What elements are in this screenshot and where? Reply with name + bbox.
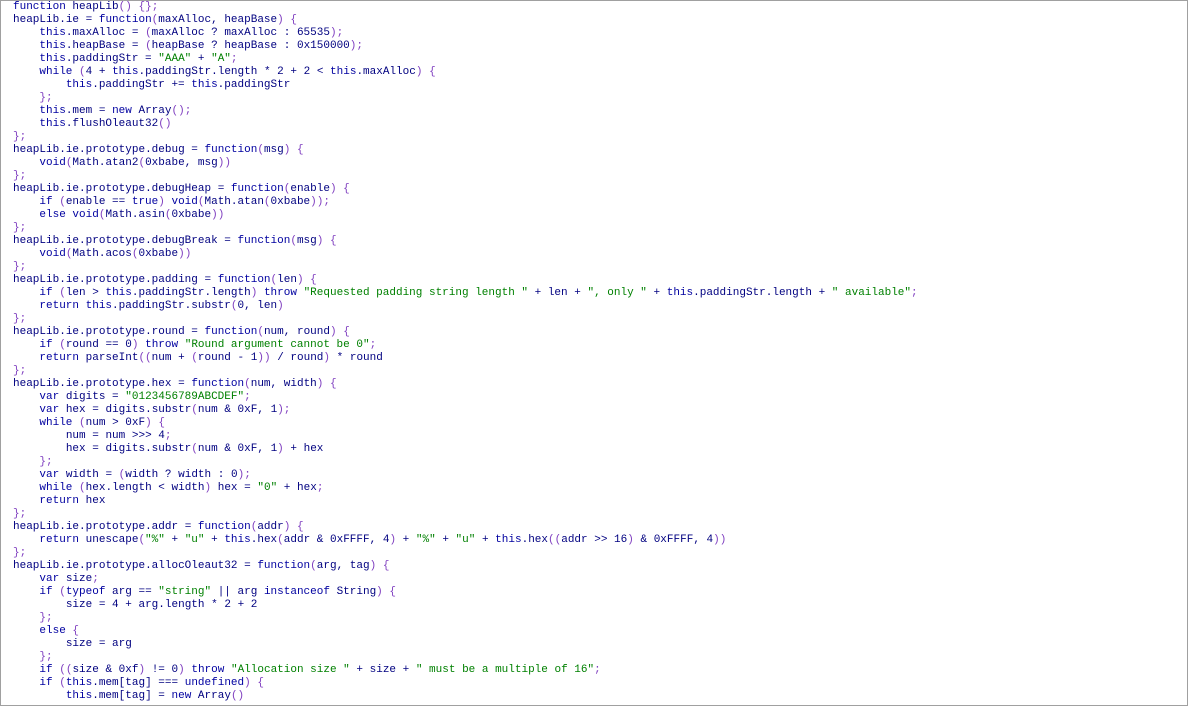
code-line: this.maxAlloc = (maxAlloc ? maxAlloc : 6… — [39, 27, 344, 39]
code-line: if (this.mem[tag] === undefined) { — [39, 677, 264, 689]
code-line: }; — [13, 313, 27, 325]
code-line: while (num > 0xF) { — [39, 417, 165, 429]
code-line: while (4 + this.paddingStr.length * 2 + … — [39, 66, 436, 78]
code-line: if (len > this.paddingStr.length) throw … — [39, 287, 918, 299]
code-editor[interactable]: function heapLib() {}; heapLib.ie = funct… — [0, 0, 1188, 706]
code-line: this.flushOleaut32() — [39, 118, 172, 130]
code-line: heapLib.ie.prototype.debugHeap = functio… — [13, 183, 350, 195]
code-line: heapLib.ie.prototype.padding = function(… — [13, 274, 317, 286]
code-line: if (typeof arg == "string" || arg instan… — [39, 586, 396, 598]
code-line: }; — [39, 92, 53, 104]
code-line: if ((size & 0xf) != 0) throw "Allocation… — [39, 664, 601, 676]
code-line: heapLib.ie.prototype.debug = function(ms… — [13, 144, 304, 156]
code-line: this.paddingStr += this.paddingStr — [65, 79, 291, 91]
code-line: heapLib.ie.prototype.debugBreak = functi… — [13, 235, 337, 247]
code-line: }; — [13, 508, 27, 520]
code-line: var size; — [39, 573, 99, 585]
code-line: var hex = digits.substr(num & 0xF, 1); — [39, 404, 291, 416]
code-line: function heapLib() {}; — [13, 1, 159, 13]
code-line: }; — [13, 547, 27, 559]
code-line: size = 4 + arg.length * 2 + 2 — [65, 599, 258, 611]
code-line: this.mem[tag] = new Array() — [65, 690, 245, 702]
code-line: heapLib.ie.prototype.addr = function(add… — [13, 521, 304, 533]
code-line: heapLib.ie.prototype.round = function(nu… — [13, 326, 350, 338]
code-line: }; — [39, 651, 53, 663]
code-line: heapLib.ie.prototype.allocOleaut32 = fun… — [13, 560, 390, 572]
code-line: void(Math.atan2(0xbabe, msg)) — [39, 157, 231, 169]
code-line: return unescape("%" + "u" + this.hex(add… — [39, 534, 727, 546]
code-line: this.heapBase = (heapBase ? heapBase : 0… — [39, 40, 363, 52]
code-line: this.mem = new Array(); — [39, 105, 192, 117]
code-line: }; — [13, 365, 27, 377]
code-line: }; — [13, 261, 27, 273]
code-line: hex = digits.substr(num & 0xF, 1) + hex — [65, 443, 324, 455]
code-content: function heapLib() {}; heapLib.ie = funct… — [13, 1, 918, 703]
code-line: }; — [39, 456, 53, 468]
code-line: var digits = "0123456789ABCDEF"; — [39, 391, 251, 403]
code-line: var width = (width ? width : 0); — [39, 469, 251, 481]
code-line: else { — [39, 625, 80, 637]
code-line: num = num >>> 4; — [65, 430, 172, 442]
code-line: while (hex.length < width) hex = "0" + h… — [39, 482, 324, 494]
code-line: heapLib.ie.prototype.hex = function(num,… — [13, 378, 337, 390]
code-line: if (round == 0) throw "Round argument ca… — [39, 339, 377, 351]
code-line: return this.paddingStr.substr(0, len) — [39, 300, 284, 312]
code-line: return parseInt((num + (round - 1)) / ro… — [39, 352, 383, 364]
code-line: void(Math.acos(0xbabe)) — [39, 248, 192, 260]
code-line: size = arg — [65, 638, 132, 650]
code-line: this.paddingStr = "AAA" + "A"; — [39, 53, 238, 65]
code-line: if (enable == true) void(Math.atan(0xbab… — [39, 196, 330, 208]
code-line: }; — [39, 612, 53, 624]
code-line: }; — [13, 222, 27, 234]
code-line: else void(Math.asin(0xbabe)) — [39, 209, 225, 221]
code-line: return hex — [39, 495, 106, 507]
code-line: heapLib.ie = function(maxAlloc, heapBase… — [13, 14, 297, 26]
code-line: }; — [13, 170, 27, 182]
code-line: }; — [13, 131, 27, 143]
